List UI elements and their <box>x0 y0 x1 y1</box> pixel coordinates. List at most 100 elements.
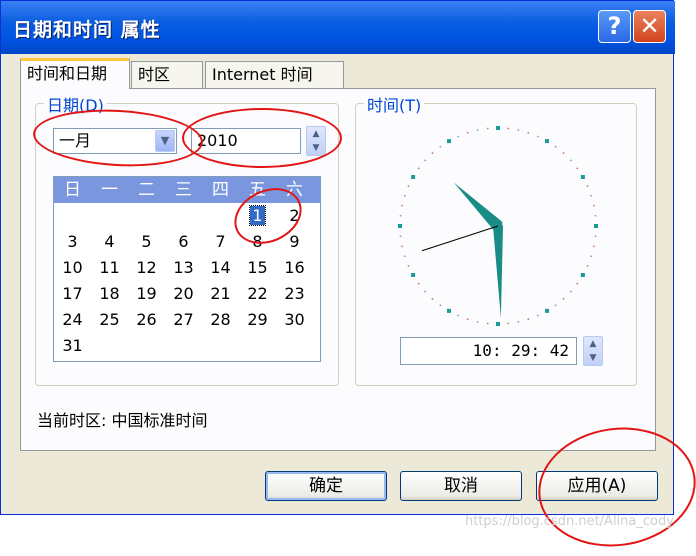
clock-minute-marker <box>507 127 510 130</box>
clock-minute-marker <box>424 290 427 293</box>
ok-button[interactable]: 确定 <box>265 471 387 501</box>
clock-hour-marker <box>411 175 416 179</box>
calendar-day[interactable]: 16 <box>276 255 313 281</box>
calendar-day[interactable]: 18 <box>91 281 128 307</box>
weekday-header: 三 <box>175 180 192 200</box>
calendar-day[interactable]: 15 <box>239 255 276 281</box>
calendar-day-label: 23 <box>284 284 305 303</box>
clock-hour-marker <box>594 224 598 228</box>
calendar-day-label: 6 <box>178 232 189 251</box>
help-button[interactable]: ? <box>598 10 631 43</box>
calendar-day-label: 22 <box>247 284 268 303</box>
calendar-day-label: 13 <box>173 258 194 277</box>
calendar-day-label: 14 <box>210 258 231 277</box>
calendar-day[interactable]: 6 <box>165 229 202 255</box>
calendar-day[interactable]: 19 <box>128 281 165 307</box>
calendar-day[interactable]: 7 <box>202 229 239 255</box>
calendar-day[interactable]: 10 <box>54 255 91 281</box>
clock-minute-marker <box>576 282 579 285</box>
calendar-day[interactable]: 3 <box>54 229 91 255</box>
clock-minute-marker <box>590 194 593 197</box>
calendar-week-row: 31 <box>54 333 320 359</box>
tab-timezone[interactable]: 时区 <box>131 61 203 88</box>
calendar-day-label: 7 <box>215 232 226 251</box>
clock-minute-marker <box>507 322 510 325</box>
spin-down-icon[interactable]: ▼ <box>584 351 602 365</box>
calendar-empty-cell <box>165 333 202 359</box>
calendar-day[interactable]: 27 <box>165 307 202 333</box>
calendar-empty-cell <box>54 203 91 229</box>
weekday-header: 一 <box>101 180 118 200</box>
time-input[interactable]: 10: 29: 42 <box>400 337 577 365</box>
calendar-day-label: 29 <box>247 310 268 329</box>
title-bar[interactable]: 日期和时间 属性 ? ✕ <box>1 1 675 54</box>
clock-minute-marker <box>592 204 595 207</box>
calendar-day-label: 16 <box>284 258 305 277</box>
clock-minute-marker <box>569 290 572 293</box>
calendar-day[interactable]: 25 <box>91 307 128 333</box>
clock-minute-marker <box>403 255 406 258</box>
tab-time-and-date[interactable]: 时间和日期 <box>20 58 130 89</box>
calendar-day[interactable]: 12 <box>128 255 165 281</box>
clock-minute-marker <box>407 264 410 267</box>
calendar-day-label: 31 <box>62 336 83 355</box>
clock-minute-marker <box>457 314 460 317</box>
calendar-day-label: 25 <box>99 310 120 329</box>
calendar-week-row: 10 11 12 13 14 15 16 <box>54 255 320 281</box>
clock-minute-marker <box>466 318 469 321</box>
clock-hour-marker <box>411 273 416 277</box>
clock-minute-marker <box>401 245 404 248</box>
calendar-day-label: 18 <box>99 284 120 303</box>
clock-minute-marker <box>401 204 404 207</box>
calendar-day-label: 28 <box>210 310 231 329</box>
clock-hour-marker <box>580 175 585 179</box>
clock-minute-marker <box>476 320 479 323</box>
calendar-empty-cell <box>202 333 239 359</box>
clock-minute-marker <box>576 167 579 170</box>
annotation-circle-year <box>182 108 342 168</box>
spin-up-icon[interactable]: ▲ <box>584 337 602 351</box>
calendar-day[interactable]: 24 <box>54 307 91 333</box>
close-button[interactable]: ✕ <box>633 10 666 43</box>
calendar-empty-cell <box>128 333 165 359</box>
calendar-day-label: 21 <box>210 284 231 303</box>
clock-minute-marker <box>562 152 565 155</box>
calendar-day[interactable]: 5 <box>128 229 165 255</box>
clock-minute-marker <box>399 214 402 217</box>
calendar-day-label: 30 <box>284 310 305 329</box>
calendar-day[interactable]: 11 <box>91 255 128 281</box>
calendar-day[interactable]: 4 <box>91 229 128 255</box>
calendar-empty-cell <box>128 203 165 229</box>
clock-hour-marker <box>447 139 451 144</box>
tab-internet-time[interactable]: Internet 时间 <box>205 61 344 88</box>
calendar-day[interactable]: 22 <box>239 281 276 307</box>
calendar-day[interactable]: 26 <box>128 307 165 333</box>
calendar-day[interactable]: 30 <box>276 307 313 333</box>
calendar-day[interactable]: 23 <box>276 281 313 307</box>
clock-minute-marker <box>594 235 597 238</box>
analog-clock <box>398 126 598 326</box>
calendar-day-label: 26 <box>136 310 157 329</box>
calendar-day[interactable]: 20 <box>165 281 202 307</box>
calendar-day[interactable]: 29 <box>239 307 276 333</box>
clock-minute-marker <box>466 131 469 134</box>
time-spinner[interactable]: ▲ ▼ <box>583 336 603 366</box>
cancel-button[interactable]: 取消 <box>400 471 522 501</box>
calendar-day[interactable]: 28 <box>202 307 239 333</box>
calendar-day[interactable]: 17 <box>54 281 91 307</box>
clock-hour-hand <box>453 182 503 231</box>
calendar-empty-cell <box>276 333 313 359</box>
clock-minute-marker <box>439 145 442 148</box>
clock-minute-marker <box>562 297 565 300</box>
watermark: https://blog.csdn.net/Alina_cody <box>465 514 674 529</box>
calendar-day[interactable]: 14 <box>202 255 239 281</box>
clock-minute-marker <box>586 264 589 267</box>
weekday-header: 二 <box>138 180 155 200</box>
calendar-day-label: 15 <box>247 258 268 277</box>
time-group-title: 时间(T) <box>364 92 425 116</box>
calendar-day[interactable]: 13 <box>165 255 202 281</box>
calendar-day-label: 27 <box>173 310 194 329</box>
calendar-day-label: 17 <box>62 284 83 303</box>
calendar-day[interactable]: 31 <box>54 333 91 359</box>
calendar-day[interactable]: 21 <box>202 281 239 307</box>
